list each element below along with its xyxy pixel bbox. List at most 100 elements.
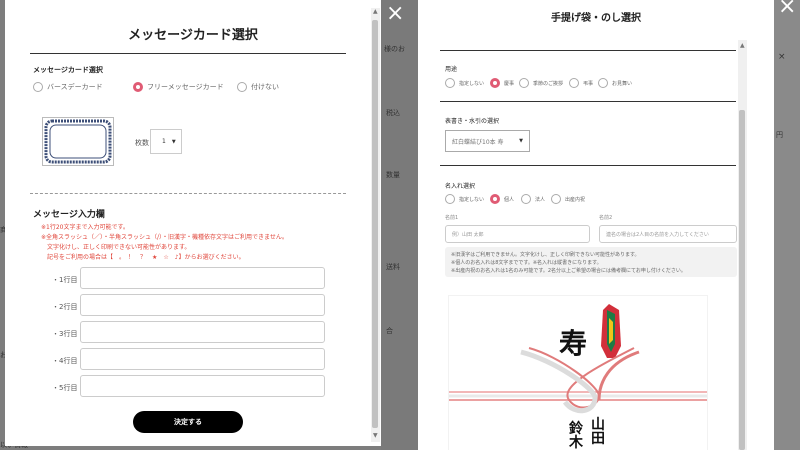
note-line: ※全角スラッシュ（／）・半角スラッシュ（/）・旧漢字・機種依存文字はご利用できま… bbox=[41, 234, 288, 241]
naire-option-birth[interactable]: 出産内祝 bbox=[551, 194, 585, 204]
notes-box: ※旧漢字はご利用できません。文字化けし、正しく印刷できない可能性があります。 ※… bbox=[445, 247, 737, 277]
modal-title: 手提げ袋・のし選択 bbox=[551, 13, 641, 24]
card-frame-image bbox=[44, 119, 112, 164]
radio-circle bbox=[33, 82, 43, 92]
note-line: 記号をご利用の場合は【 。 ！ ？ ★ ☆ ♪】からお選びください。 bbox=[47, 254, 245, 261]
radio-label: お見舞い bbox=[612, 80, 633, 87]
background-page-strip-right bbox=[774, 0, 800, 450]
radio-label: 弔事 bbox=[583, 80, 594, 87]
radio-label: バースデーカード bbox=[47, 83, 103, 91]
radio-birthday-card[interactable]: バースデーカード bbox=[33, 82, 103, 92]
radio-label: フリーメッセージカード bbox=[147, 83, 224, 91]
radio-label: 指定しない bbox=[459, 80, 485, 87]
radio-circle bbox=[569, 78, 579, 88]
radio-circle bbox=[551, 194, 561, 204]
quantity-label: 枚数 bbox=[135, 139, 149, 147]
radio-circle bbox=[237, 82, 247, 92]
purpose-option-none[interactable]: 指定しない bbox=[445, 78, 484, 88]
modal-title: メッセージカード選択 bbox=[128, 28, 258, 43]
bg-frag: 円 bbox=[776, 131, 783, 139]
row-label: ・1行目 bbox=[52, 276, 78, 284]
naire-option-corporate[interactable]: 法人 bbox=[521, 194, 545, 204]
row-label: ・2行目 bbox=[52, 303, 78, 311]
purpose-option-omimai[interactable]: お見舞い bbox=[598, 78, 632, 88]
purpose-option-keiji[interactable]: 慶事 bbox=[490, 78, 514, 88]
bg-frag: 税込 bbox=[386, 109, 400, 117]
omote-select[interactable]: 紅白蝶結び10本 寿 ▼ bbox=[445, 130, 530, 152]
section-divider bbox=[440, 165, 736, 166]
name2-label: 名前2 bbox=[599, 215, 613, 221]
noshi-preview: 寿 山田 鈴木 bbox=[448, 295, 708, 450]
naire-option-none[interactable]: 指定しない bbox=[445, 194, 484, 204]
omote-label: 表書き・水引の選択 bbox=[445, 118, 500, 125]
note-line: 文字化けし、正しく印刷できない可能性があります。 bbox=[47, 244, 191, 251]
naire-label: 名入れ選択 bbox=[445, 183, 476, 190]
radio-free-message-card[interactable]: フリーメッセージカード bbox=[133, 82, 224, 92]
radio-label: 付けない bbox=[251, 83, 279, 91]
preview-name-right: 山田 bbox=[591, 417, 605, 447]
radio-label: 法人 bbox=[535, 196, 546, 203]
radio-label: 個人 bbox=[504, 196, 515, 203]
radio-circle bbox=[598, 78, 608, 88]
radio-circle bbox=[521, 194, 531, 204]
name1-label: 名前1 bbox=[445, 215, 459, 221]
purpose-option-season[interactable]: 季節のご挨拶 bbox=[519, 78, 563, 88]
noshi-modal: 手提げ袋・のし選択 用途 指定しない 慶事 季節のご挨拶 弔事 お見舞い 表書き… bbox=[418, 0, 774, 450]
preview-name-left: 鈴木 bbox=[569, 421, 583, 450]
message-line-4-input[interactable] bbox=[80, 348, 325, 370]
chevron-down-icon: ▼ bbox=[171, 138, 176, 145]
section-divider bbox=[30, 193, 346, 194]
row-label: ・4行目 bbox=[52, 357, 78, 365]
message-card-modal: メッセージカード選択 メッセージカード選択 バースデーカード フリーメッセージカ… bbox=[5, 0, 381, 446]
close-icon[interactable]: × bbox=[778, 0, 796, 18]
scroll-down-arrow-icon[interactable]: ▼ bbox=[373, 432, 378, 439]
radio-circle-selected bbox=[133, 82, 143, 92]
scrollbar-thumb[interactable] bbox=[739, 110, 745, 450]
submit-button[interactable]: 決定する bbox=[133, 411, 243, 433]
radio-none[interactable]: 付けない bbox=[237, 82, 279, 92]
bg-close-icon: × bbox=[778, 52, 786, 62]
name1-input[interactable]: 例）山田 太郎 bbox=[445, 225, 590, 243]
quantity-value: 1 bbox=[162, 138, 166, 145]
kotobuki-text: 寿 bbox=[559, 327, 588, 360]
note-line: ※個人のお名入れは8文字までです。※名入れは縦書きになります。 bbox=[451, 260, 602, 266]
naire-option-individual[interactable]: 個人 bbox=[490, 194, 514, 204]
purpose-option-choji[interactable]: 弔事 bbox=[569, 78, 593, 88]
name2-input[interactable]: 連名の場合は2人目の名前を入力してください bbox=[599, 225, 737, 243]
radio-label: 慶事 bbox=[504, 80, 515, 87]
bg-frag: 送料 bbox=[386, 263, 400, 271]
radio-circle bbox=[519, 78, 529, 88]
note-line: ※旧漢字はご利用できません。文字化けし、正しく印刷できない可能性があります。 bbox=[451, 252, 640, 258]
scrollbar[interactable]: ▲ bbox=[738, 40, 747, 450]
bg-frag: 数量 bbox=[386, 171, 400, 179]
scrollbar[interactable]: ▲ ▼ bbox=[371, 8, 380, 442]
background-page-strip bbox=[381, 0, 418, 450]
purpose-label: 用途 bbox=[445, 66, 458, 73]
card-section-label: メッセージカード選択 bbox=[33, 66, 103, 74]
message-line-1-input[interactable] bbox=[80, 267, 325, 289]
section-divider bbox=[440, 101, 736, 102]
message-line-5-input[interactable] bbox=[80, 375, 325, 397]
scroll-up-arrow-icon[interactable]: ▲ bbox=[740, 42, 745, 49]
title-divider bbox=[30, 53, 346, 54]
radio-circle-selected bbox=[490, 194, 500, 204]
close-icon[interactable]: × bbox=[386, 3, 404, 25]
quantity-select[interactable]: 1 ▼ bbox=[150, 129, 182, 154]
bg-frag: 様のお bbox=[384, 45, 405, 53]
scroll-up-arrow-icon[interactable]: ▲ bbox=[373, 8, 378, 15]
message-line-3-input[interactable] bbox=[80, 321, 325, 343]
note-line: ※1行20文字まで入力可能です。 bbox=[41, 224, 129, 231]
radio-label: 指定しない bbox=[459, 196, 485, 203]
note-line: ※出産内祝のお名入れは1名のみ可能です。2名分以上ご希望の場合には備考欄にてお申… bbox=[451, 268, 686, 274]
scrollbar-thumb[interactable] bbox=[372, 20, 378, 428]
radio-label: 季節のご挨拶 bbox=[533, 80, 564, 87]
row-label: ・5行目 bbox=[52, 384, 78, 392]
card-preview-image bbox=[42, 117, 114, 166]
radio-circle bbox=[445, 194, 455, 204]
section-divider bbox=[440, 50, 736, 51]
omote-value: 紅白蝶結び10本 寿 bbox=[452, 138, 504, 146]
radio-circle bbox=[445, 78, 455, 88]
message-input-section-title: メッセージ入力欄 bbox=[33, 210, 105, 220]
bg-frag: 合 bbox=[386, 327, 393, 335]
message-line-2-input[interactable] bbox=[80, 294, 325, 316]
